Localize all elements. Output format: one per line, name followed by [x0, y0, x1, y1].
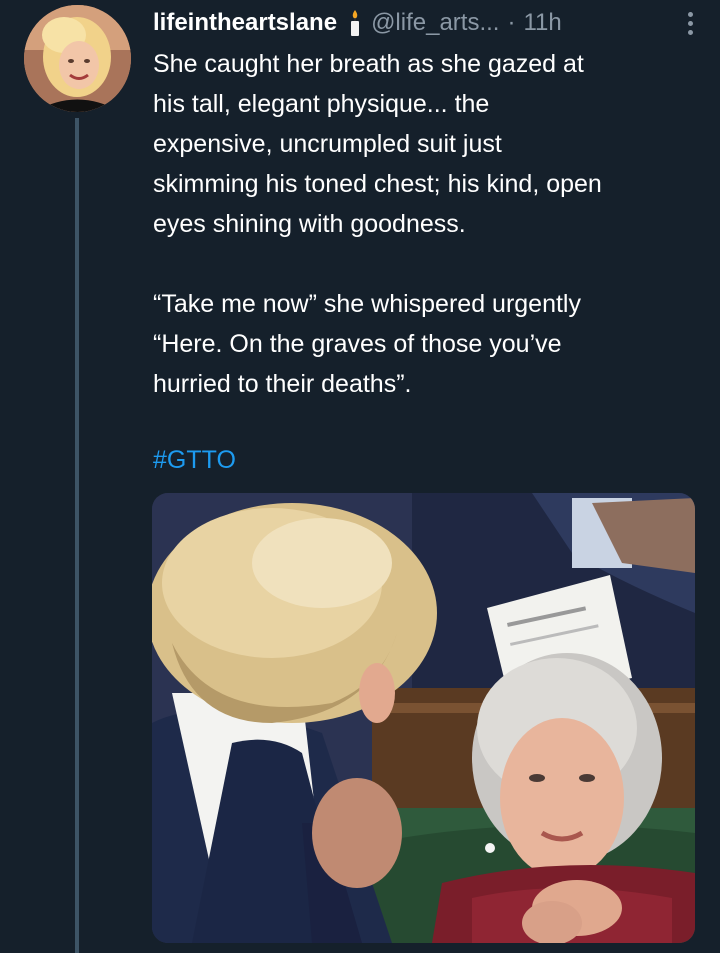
candle-icon: [349, 9, 361, 37]
tweet-text-line: skimming his toned chest; his kind, open: [153, 170, 602, 198]
separator-dot: ·: [507, 9, 516, 36]
tweet-text-line: “Take me now” she whispered urgently: [153, 290, 581, 318]
more-vertical-icon[interactable]: [680, 8, 700, 38]
display-name[interactable]: lifeintheartslane: [153, 9, 337, 37]
thread-line: [75, 118, 79, 953]
tweet-text: She caught her breath as she gazed at hi…: [153, 44, 713, 404]
tweet-text-line: eyes shining with goodness.: [153, 210, 466, 238]
tweet-text-line: expensive, uncrumpled suit just: [153, 130, 502, 158]
tweet-text-line: his tall, elegant physique... the: [153, 90, 490, 118]
hashtag-link[interactable]: #GTTO: [153, 446, 236, 475]
user-handle[interactable]: @life_arts...: [371, 9, 499, 37]
avatar-image: [24, 5, 131, 112]
tweet-header: lifeintheartslane @life_arts... · 11h: [153, 6, 700, 40]
tweet-media-photo[interactable]: [152, 493, 695, 943]
avatar[interactable]: [24, 5, 131, 112]
tweet-text-line: “Here. On the graves of those you’ve: [153, 330, 562, 358]
tweet-text-line: hurried to their deaths”.: [153, 370, 412, 398]
photo-image: [152, 493, 695, 943]
tweet-text-line: She caught her breath as she gazed at: [153, 50, 584, 78]
tweet-timestamp[interactable]: 11h: [523, 9, 561, 37]
